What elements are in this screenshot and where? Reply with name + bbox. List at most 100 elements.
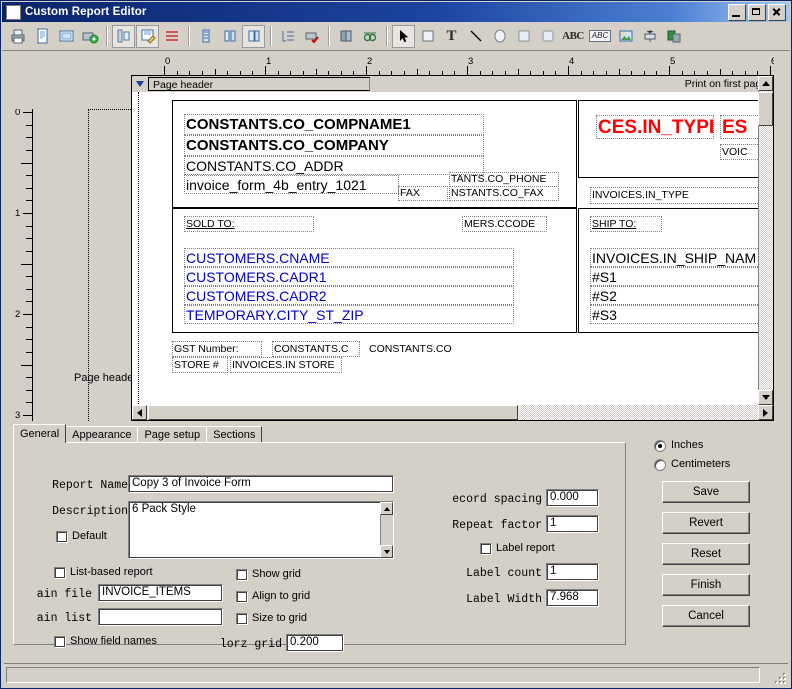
- tab-sections[interactable]: Sections: [206, 426, 263, 443]
- rounded-panel-tool-icon[interactable]: [536, 25, 559, 48]
- canvas-vertical-scrollbar[interactable]: [758, 76, 773, 420]
- canvas-horizontal-scrollbar[interactable]: [132, 405, 773, 420]
- image-tool-icon[interactable]: [614, 25, 637, 48]
- align-to-grid-checkbox[interactable]: [236, 591, 248, 603]
- description-textarea[interactable]: 6 Pack Style: [128, 501, 394, 559]
- new-report-icon[interactable]: [30, 25, 53, 48]
- edit-properties-icon[interactable]: [136, 24, 159, 48]
- design-field[interactable]: TANTS.CO_PHONE: [449, 172, 559, 187]
- collapse-triangle-icon[interactable]: [132, 76, 148, 92]
- label-width-input[interactable]: 7.968: [546, 589, 599, 607]
- close-button[interactable]: [768, 3, 786, 21]
- design-field[interactable]: CONSTANTS.CO_COMPANY: [184, 135, 484, 156]
- scroll-left-button[interactable]: [132, 405, 147, 420]
- design-field[interactable]: INVOICES.IN STORE: [230, 357, 342, 373]
- rectangle-tool-icon[interactable]: [416, 25, 439, 48]
- scroll-right-button[interactable]: [758, 405, 773, 420]
- design-field[interactable]: FAX: [398, 186, 448, 201]
- scroll-up-button[interactable]: [758, 76, 773, 91]
- save-button[interactable]: Save: [662, 481, 750, 503]
- tab-page-setup[interactable]: Page setup: [137, 426, 208, 443]
- design-field[interactable]: #S1: [590, 267, 768, 286]
- design-field[interactable]: CONSTANTS.CO_ADDR: [184, 156, 484, 175]
- design-field[interactable]: #S2: [590, 286, 768, 305]
- main-file-input[interactable]: INVOICE_ITEMS: [98, 584, 223, 602]
- horz-grid-input[interactable]: 0.200: [286, 634, 344, 652]
- align-middle-icon[interactable]: [218, 25, 241, 48]
- main-list-input[interactable]: [98, 608, 223, 626]
- print-icon[interactable]: [6, 25, 29, 48]
- design-field[interactable]: INVOICES.IN_SHIP_NAM: [590, 248, 768, 267]
- label-report-checkbox[interactable]: [480, 543, 492, 555]
- tab-appearance[interactable]: Appearance: [65, 426, 139, 443]
- design-field[interactable]: TEMPORARY.CITY_ST_ZIP: [184, 305, 514, 324]
- finish-button[interactable]: Finish: [662, 574, 750, 596]
- description-scrollbar[interactable]: [380, 502, 393, 558]
- ruler-tick-minor: [21, 264, 32, 265]
- design-field[interactable]: CUSTOMERS.CNAME: [184, 248, 514, 267]
- design-field[interactable]: CONSTANTS.C: [272, 341, 360, 357]
- report-canvas[interactable]: Page header Print on first page CONSTANT…: [131, 75, 774, 421]
- horizontal-scroll-thumb[interactable]: [148, 405, 518, 420]
- design-field[interactable]: GST Number:: [172, 341, 262, 357]
- maximize-button[interactable]: [748, 3, 766, 21]
- design-field[interactable]: #S3: [590, 305, 768, 324]
- sections-icon[interactable]: [276, 25, 299, 48]
- description-scroll-up-button[interactable]: [380, 502, 393, 515]
- group-icon[interactable]: [334, 25, 357, 48]
- design-surface[interactable]: CONSTANTS.CO_COMPNAME1 CONSTANTS.CO_COMPA…: [132, 92, 773, 420]
- link-icon[interactable]: [358, 25, 381, 48]
- design-field[interactable]: NSTANTS.CO_FAX: [449, 186, 559, 201]
- ellipse-tool-icon[interactable]: [488, 25, 511, 48]
- revert-button[interactable]: Revert: [662, 512, 750, 534]
- size-to-grid-checkbox[interactable]: [236, 613, 248, 625]
- description-scroll-down-button[interactable]: [380, 545, 393, 558]
- design-field[interactable]: CES.IN_TYPE: [596, 115, 714, 139]
- resize-grip-icon[interactable]: [770, 668, 786, 684]
- refresh-report-icon[interactable]: [78, 25, 101, 48]
- select-pointer-icon[interactable]: [392, 24, 415, 48]
- cancel-button[interactable]: Cancel: [662, 605, 750, 627]
- show-field-names-checkbox[interactable]: [54, 636, 66, 648]
- align-top-icon[interactable]: [194, 25, 217, 48]
- open-report-icon[interactable]: [54, 25, 77, 48]
- align-left-icon[interactable]: [112, 24, 135, 48]
- units-centimeters-radio[interactable]: [654, 459, 666, 471]
- tab-general[interactable]: General: [13, 424, 67, 443]
- label-count-input[interactable]: 1: [546, 563, 599, 581]
- text-tool-icon[interactable]: T: [440, 25, 463, 48]
- design-field[interactable]: CONSTANTS.CO_COMPNAME1: [184, 114, 484, 135]
- design-field[interactable]: SHIP TO:: [590, 216, 662, 232]
- panel-tool-icon[interactable]: [512, 25, 535, 48]
- design-field[interactable]: CUSTOMERS.CADR1: [184, 267, 514, 286]
- line-tool-icon[interactable]: [464, 25, 487, 48]
- minimize-button[interactable]: [728, 3, 746, 21]
- design-field[interactable]: MERS.CCODE: [462, 216, 547, 232]
- abc-label-icon[interactable]: ABC: [587, 25, 613, 48]
- list-based-report-checkbox[interactable]: [54, 567, 66, 579]
- print-check-icon[interactable]: [300, 25, 323, 48]
- abc-field-icon[interactable]: ABC: [560, 25, 586, 48]
- record-spacing-input[interactable]: 0.000: [546, 489, 599, 507]
- scroll-down-button[interactable]: [758, 390, 773, 405]
- design-field[interactable]: CUSTOMERS.CADR2: [184, 286, 514, 305]
- design-field[interactable]: STORE #: [172, 357, 228, 373]
- chart-tool-icon[interactable]: [662, 25, 685, 48]
- reset-button[interactable]: Reset: [662, 543, 750, 565]
- align-bottom-icon[interactable]: [242, 24, 265, 48]
- default-checkbox[interactable]: [56, 531, 68, 543]
- spacing-icon[interactable]: [160, 25, 183, 48]
- report-name-input[interactable]: Copy 3 of Invoice Form: [128, 475, 394, 493]
- repeat-factor-input[interactable]: 1: [546, 515, 599, 533]
- vertical-scroll-thumb[interactable]: [758, 92, 773, 126]
- section-band-name[interactable]: Page header: [148, 77, 370, 91]
- barcode-tool-icon[interactable]: [638, 25, 661, 48]
- design-field[interactable]: invoice_form_4b_entry_1021: [184, 175, 399, 194]
- design-field[interactable]: SOLD TO:: [184, 216, 314, 232]
- design-field[interactable]: INVOICES.IN_TYPE: [590, 187, 760, 204]
- ruler-tick-minor: [26, 289, 32, 290]
- design-field[interactable]: CONSTANTS.CO: [368, 341, 468, 357]
- units-inches-radio[interactable]: [654, 440, 666, 452]
- show-grid-checkbox[interactable]: [236, 569, 248, 581]
- invoice-type-box[interactable]: [578, 100, 773, 178]
